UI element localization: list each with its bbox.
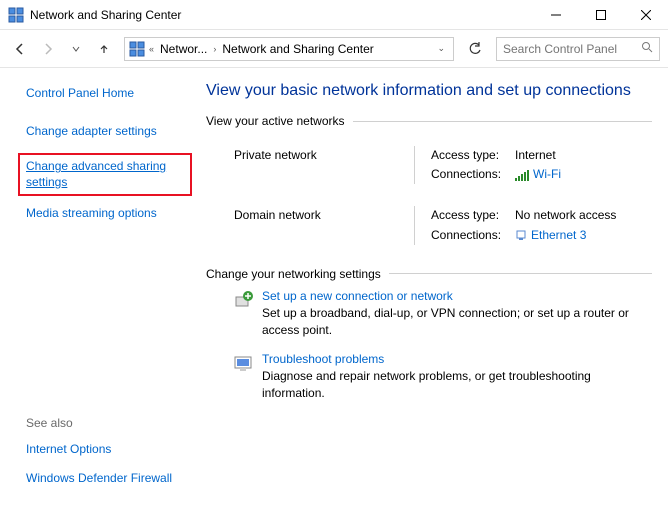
navbar: « Networ... › Network and Sharing Center… xyxy=(0,30,668,68)
sidebar-item-adapter-settings[interactable]: Change adapter settings xyxy=(26,124,188,140)
search-input[interactable] xyxy=(503,42,637,56)
search-box[interactable] xyxy=(496,37,660,61)
change-settings-legend: Change your networking settings xyxy=(206,267,389,281)
titlebar: Network and Sharing Center xyxy=(0,0,668,30)
close-button[interactable] xyxy=(623,0,668,30)
connections-label: Connections: xyxy=(431,226,515,245)
network-row-domain: Domain network Access type:No network ac… xyxy=(206,188,652,248)
task-troubleshoot: Troubleshoot problems Diagnose and repai… xyxy=(206,344,652,408)
see-also-section: See also Internet Options Windows Defend… xyxy=(26,416,188,501)
network-info: Access type:Internet Connections: Wi-Fi xyxy=(414,146,652,184)
control-panel-home-link[interactable]: Control Panel Home xyxy=(26,86,188,102)
refresh-button[interactable] xyxy=(462,37,488,61)
search-icon[interactable] xyxy=(641,41,653,56)
network-name: Domain network xyxy=(234,206,414,244)
ethernet-icon xyxy=(515,229,527,241)
window-title: Network and Sharing Center xyxy=(30,8,181,22)
network-info: Access type:No network access Connection… xyxy=(414,206,652,244)
setup-connection-icon xyxy=(234,289,262,314)
sidebar-item-advanced-sharing[interactable]: Change advanced sharing settings xyxy=(26,159,184,190)
access-type-value: Internet xyxy=(515,146,556,165)
minimize-button[interactable] xyxy=(533,0,578,30)
location-icon xyxy=(129,41,145,57)
active-networks-group: View your active networks Private networ… xyxy=(206,114,652,249)
change-settings-group: Change your networking settings Set up a… xyxy=(206,267,652,408)
highlighted-sidebar-item: Change advanced sharing settings xyxy=(18,153,192,196)
content-area: Control Panel Home Change adapter settin… xyxy=(0,68,668,513)
task-link-setup[interactable]: Set up a new connection or network xyxy=(262,289,453,303)
page-heading: View your basic network information and … xyxy=(206,82,652,100)
access-type-label: Access type: xyxy=(431,146,515,165)
chevron-left-icon: « xyxy=(147,44,156,54)
sidebar: Control Panel Home Change adapter settin… xyxy=(0,68,200,513)
main-panel: View your basic network information and … xyxy=(200,68,668,513)
see-also-internet-options[interactable]: Internet Options xyxy=(26,442,188,458)
up-button[interactable] xyxy=(92,37,116,61)
app-icon xyxy=(8,7,24,23)
recent-dropdown-button[interactable] xyxy=(64,37,88,61)
access-type-value: No network access xyxy=(515,206,616,225)
connection-link-ethernet[interactable]: Ethernet 3 xyxy=(531,228,586,242)
task-link-troubleshoot[interactable]: Troubleshoot problems xyxy=(262,352,384,366)
back-button[interactable] xyxy=(8,37,32,61)
address-dropdown-icon[interactable]: ⌄ xyxy=(431,43,451,54)
connection-link-wifi[interactable]: Wi-Fi xyxy=(533,167,561,181)
breadcrumb-seg-2[interactable]: Network and Sharing Center xyxy=(218,42,377,56)
see-also-firewall[interactable]: Windows Defender Firewall xyxy=(26,471,188,487)
troubleshoot-icon xyxy=(234,352,262,377)
task-setup-connection: Set up a new connection or network Set u… xyxy=(206,281,652,345)
chevron-right-icon: › xyxy=(211,44,218,54)
sidebar-item-media-streaming[interactable]: Media streaming options xyxy=(26,206,188,222)
task-desc: Diagnose and repair network problems, or… xyxy=(262,368,642,402)
breadcrumb-seg-1[interactable]: Networ... xyxy=(156,42,211,56)
maximize-button[interactable] xyxy=(578,0,623,30)
network-row-private: Private network Access type:Internet Con… xyxy=(206,128,652,188)
wifi-signal-icon xyxy=(515,170,529,181)
connections-label: Connections: xyxy=(431,165,515,184)
active-networks-legend: View your active networks xyxy=(206,114,353,128)
access-type-label: Access type: xyxy=(431,206,515,225)
see-also-label: See also xyxy=(26,416,188,430)
network-name: Private network xyxy=(234,146,414,184)
address-bar[interactable]: « Networ... › Network and Sharing Center… xyxy=(124,37,454,61)
forward-button[interactable] xyxy=(36,37,60,61)
task-desc: Set up a broadband, dial-up, or VPN conn… xyxy=(262,305,642,339)
